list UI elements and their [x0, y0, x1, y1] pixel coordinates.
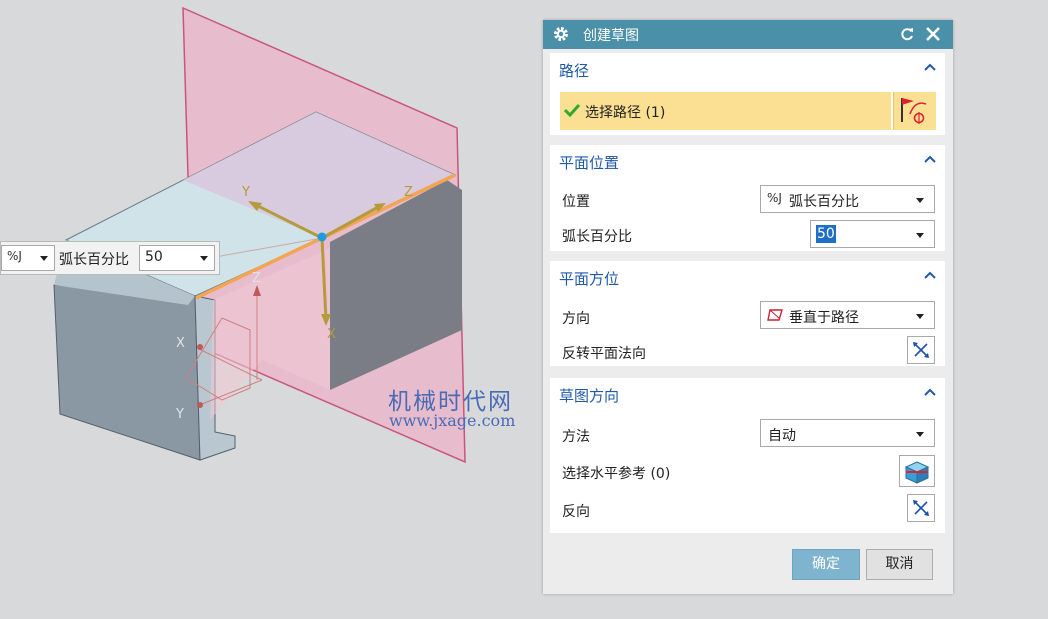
plane-normal-icon	[767, 309, 783, 321]
floating-input-bar: %J 弧长百分比 50	[0, 241, 220, 275]
reverse-direction-icon	[913, 342, 929, 358]
part-front-face	[53, 284, 201, 461]
svg-text:Z: Z	[252, 271, 261, 286]
reset-icon[interactable]	[899, 26, 915, 42]
dialog-title: 创建草图	[583, 28, 639, 44]
curve-flag-icon	[901, 98, 927, 124]
location-dropdown[interactable]: %J 弧长百分比	[760, 185, 935, 213]
svg-text:Y: Y	[241, 185, 250, 200]
plane-orientation-header[interactable]: 平面方位	[550, 261, 945, 291]
chevron-down-icon	[40, 256, 48, 261]
reverse-button[interactable]	[907, 494, 935, 522]
path-section: 路径 选择路径 (1)	[550, 53, 945, 135]
chevron-down-icon	[916, 198, 924, 203]
reverse-label: 反向	[562, 504, 590, 520]
cancel-button[interactable]: 取消	[866, 549, 933, 580]
reverse-normal-button[interactable]	[907, 336, 935, 364]
sketch-orientation-section: 草图方向 方法 自动 选择水平参考 (0) 反向	[550, 378, 945, 533]
close-icon[interactable]	[924, 25, 942, 43]
watermark-url: www.jxage.com	[389, 411, 516, 430]
horizontal-ref-label: 选择水平参考 (0)	[562, 466, 671, 482]
location-label: 位置	[562, 194, 590, 210]
sketch-orientation-header[interactable]: 草图方向	[550, 378, 945, 408]
chevron-up-icon[interactable]	[924, 63, 936, 71]
plane-position-header[interactable]: 平面位置	[550, 145, 945, 175]
method-dropdown[interactable]: 自动	[760, 419, 935, 447]
select-horizontal-ref-button[interactable]	[899, 455, 935, 487]
svg-text:Y: Y	[175, 407, 184, 422]
chevron-up-icon[interactable]	[924, 155, 936, 163]
chevron-up-icon[interactable]	[924, 388, 936, 396]
svg-text:X: X	[327, 327, 336, 342]
floating-label: 弧长百分比	[59, 252, 129, 268]
create-sketch-dialog: 创建草图 路径 选择路径 (1) 平面位置 位置 %J 弧长百分比 弧长百分比 …	[543, 20, 953, 594]
path-section-header[interactable]: 路径	[550, 53, 945, 83]
arc-percent-input[interactable]: 50	[810, 220, 935, 248]
plane-position-section: 平面位置 位置 %J 弧长百分比 弧长百分比 50	[550, 145, 945, 251]
check-icon	[564, 103, 580, 117]
arc-percent-icon: %J	[7, 249, 22, 263]
chevron-down-icon	[916, 233, 924, 238]
chevron-down-icon	[916, 432, 924, 437]
direction-dropdown[interactable]: 垂直于路径	[760, 301, 935, 329]
reverse-direction-icon	[913, 500, 929, 516]
svg-text:Z: Z	[404, 185, 413, 200]
gear-icon[interactable]	[553, 26, 569, 42]
svg-text:X: X	[176, 336, 185, 351]
curve-select-button[interactable]	[893, 92, 936, 130]
direction-label: 方向	[562, 311, 590, 327]
origin-point[interactable]	[317, 232, 327, 242]
arc-percent-icon: %J	[767, 191, 782, 205]
method-label: 方法	[562, 429, 590, 445]
arc-percent-label: 弧长百分比	[562, 229, 632, 245]
select-path-row[interactable]: 选择路径 (1)	[560, 92, 891, 130]
location-method-dropdown[interactable]: %J	[1, 245, 55, 271]
floating-value-input[interactable]: 50	[139, 245, 215, 271]
reverse-normal-label: 反转平面法向	[562, 346, 646, 362]
cube-icon	[904, 461, 930, 484]
plane-orientation-section: 平面方位 方向 垂直于路径 反转平面法向	[550, 261, 945, 366]
chevron-down-icon	[200, 256, 208, 261]
chevron-up-icon[interactable]	[924, 271, 936, 279]
dialog-titlebar[interactable]: 创建草图	[543, 20, 953, 49]
ok-button[interactable]: 确定	[792, 549, 860, 580]
chevron-down-icon	[916, 314, 924, 319]
